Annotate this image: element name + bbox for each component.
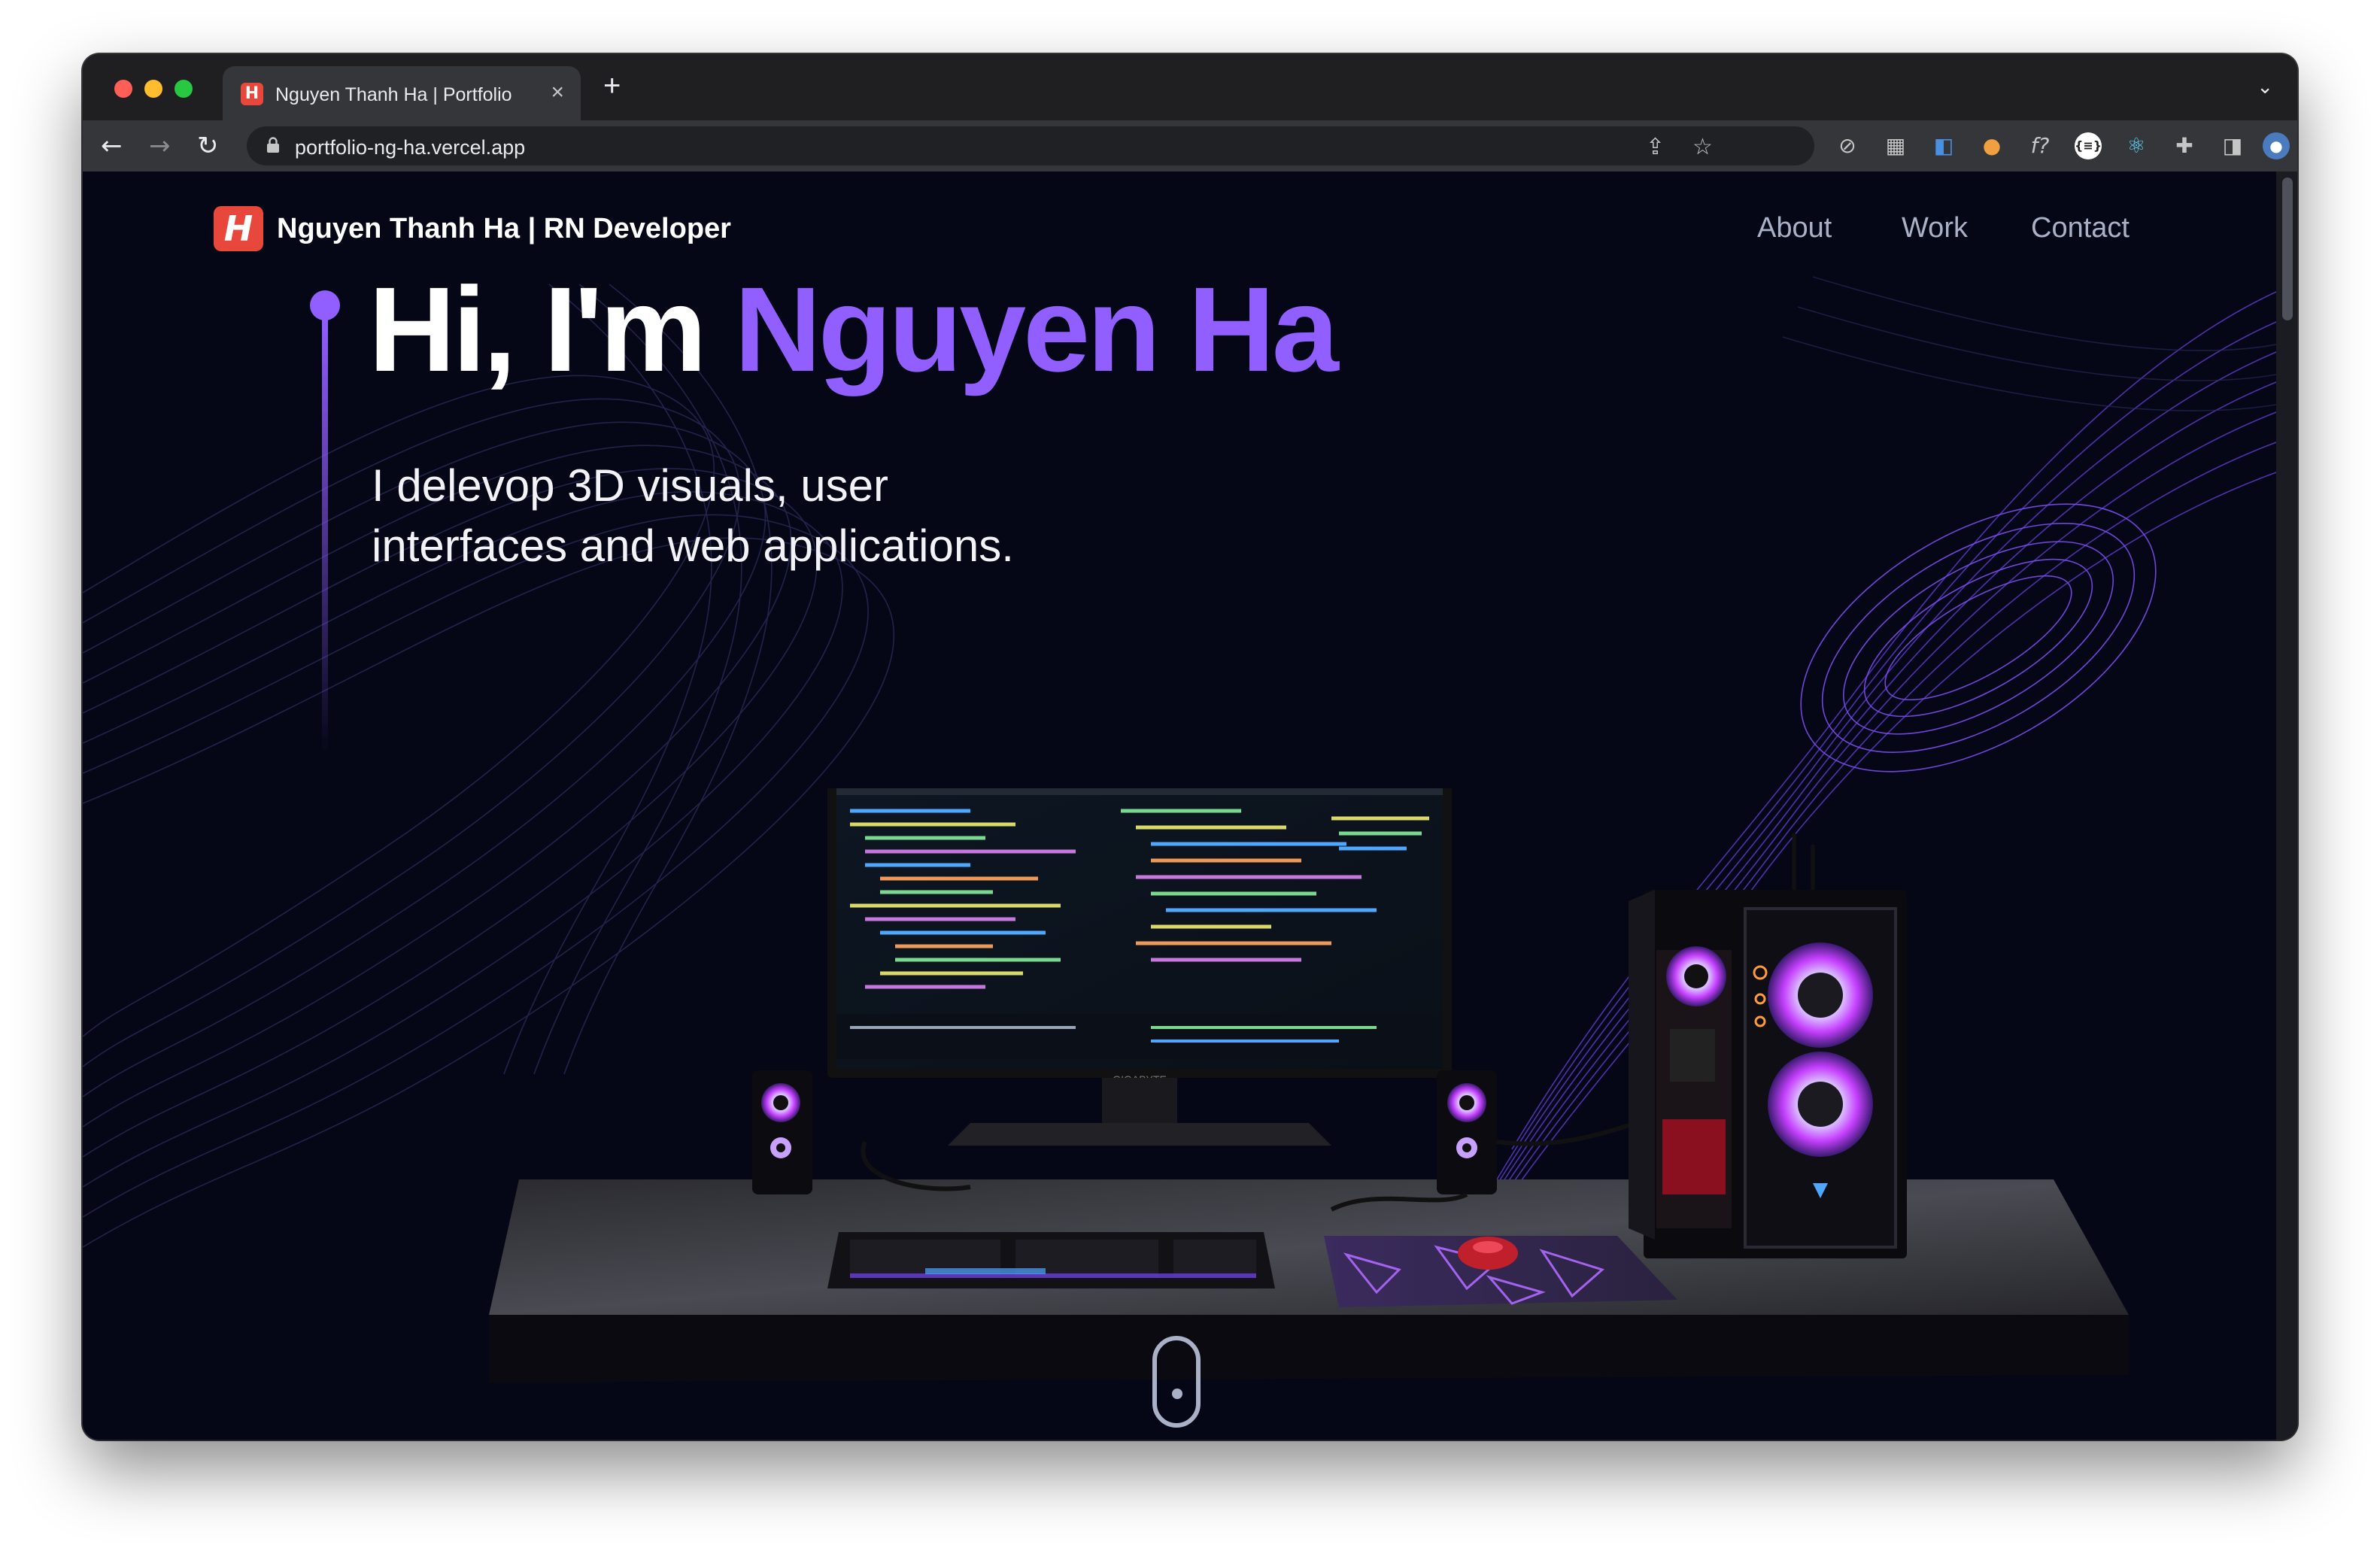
- hero-subtitle: I delevop 3D visuals, user interfaces an…: [372, 456, 1199, 576]
- scroll-indicator-dot: [1172, 1389, 1182, 1399]
- tab-search-chevron-icon[interactable]: ⌄: [2257, 75, 2273, 99]
- compass-icon[interactable]: ⊘: [1834, 132, 1861, 159]
- tab-title: Nguyen Thanh Ha | Portfolio: [275, 84, 512, 105]
- hero-subtitle-line-2: interfaces and web applications.: [372, 521, 1014, 571]
- hero-accent-line: [322, 319, 328, 755]
- sidebar-icon[interactable]: ◨: [2219, 132, 2246, 159]
- hero-greeting: Hi, I'm: [369, 262, 735, 396]
- minimize-window-button[interactable]: [144, 80, 162, 98]
- browser-tab-active[interactable]: H Nguyen Thanh Ha | Portfolio ×: [223, 66, 581, 120]
- address-bar[interactable]: portfolio-ng-ha.vercel.app ⇪ ☆: [247, 126, 1814, 165]
- brand-name: Nguyen Thanh Ha | RN Developer: [277, 212, 731, 244]
- browser-titlebar: H Nguyen Thanh Ha | Portfolio × + ⌄: [83, 54, 2297, 120]
- profile-avatar[interactable]: ●: [2263, 132, 2290, 159]
- hero-subtitle-line-1: I delevop 3D visuals, user: [372, 460, 889, 511]
- share-icon[interactable]: ⇪: [1646, 134, 1665, 160]
- close-window-button[interactable]: [114, 80, 132, 98]
- calculator-icon[interactable]: ▦: [1882, 132, 1909, 159]
- function-icon[interactable]: f?: [2026, 132, 2054, 159]
- maximize-window-button[interactable]: [175, 80, 193, 98]
- reload-icon[interactable]: ↻: [197, 131, 219, 161]
- back-arrow-icon[interactable]: ←: [101, 131, 123, 161]
- page-scrollbar[interactable]: [2276, 171, 2297, 1440]
- hero-title: Hi, I'm Nguyen Ha: [369, 260, 1339, 399]
- portfolio-page: H Nguyen Thanh Ha | RN Developer About W…: [83, 171, 2297, 1440]
- react-icon[interactable]: ⚛: [2123, 132, 2150, 159]
- nav-link-about[interactable]: About: [1757, 212, 1832, 244]
- browser-toolbar: ← → ↻ portfolio-ng-ha.vercel.app ⇪ ☆ ⊘ ▦…: [83, 120, 2297, 171]
- puzzle-icon[interactable]: ✚: [2171, 132, 2198, 159]
- translate-icon[interactable]: ◧: [1930, 132, 1957, 159]
- scrollbar-thumb[interactable]: [2282, 178, 2293, 320]
- tab-close-icon[interactable]: ×: [551, 80, 564, 105]
- url-text: portfolio-ng-ha.vercel.app: [295, 136, 526, 159]
- json-icon[interactable]: {≡}: [2075, 132, 2102, 159]
- nav-link-work[interactable]: Work: [1902, 212, 1968, 244]
- nav-link-contact[interactable]: Contact: [2031, 212, 2130, 244]
- bookmark-star-icon[interactable]: ☆: [1692, 134, 1713, 160]
- forward-arrow-icon[interactable]: →: [149, 131, 171, 161]
- scroll-down-mouse-icon[interactable]: [1152, 1336, 1201, 1428]
- brand-home-link[interactable]: H Nguyen Thanh Ha | RN Developer: [214, 205, 731, 253]
- egg-icon[interactable]: ●: [1978, 132, 2005, 159]
- lock-icon: [267, 137, 279, 153]
- new-tab-button[interactable]: +: [603, 71, 621, 101]
- hero-name: Nguyen Ha: [734, 262, 1339, 396]
- 3d-desk-scene-canvas[interactable]: GIGABYTE: [399, 788, 2159, 1435]
- browser-window: H Nguyen Thanh Ha | Portfolio × + ⌄ ← → …: [83, 54, 2297, 1440]
- tab-favicon-icon: H: [241, 83, 263, 105]
- logo-icon: H: [214, 206, 263, 251]
- hero-accent-dot: [310, 290, 340, 320]
